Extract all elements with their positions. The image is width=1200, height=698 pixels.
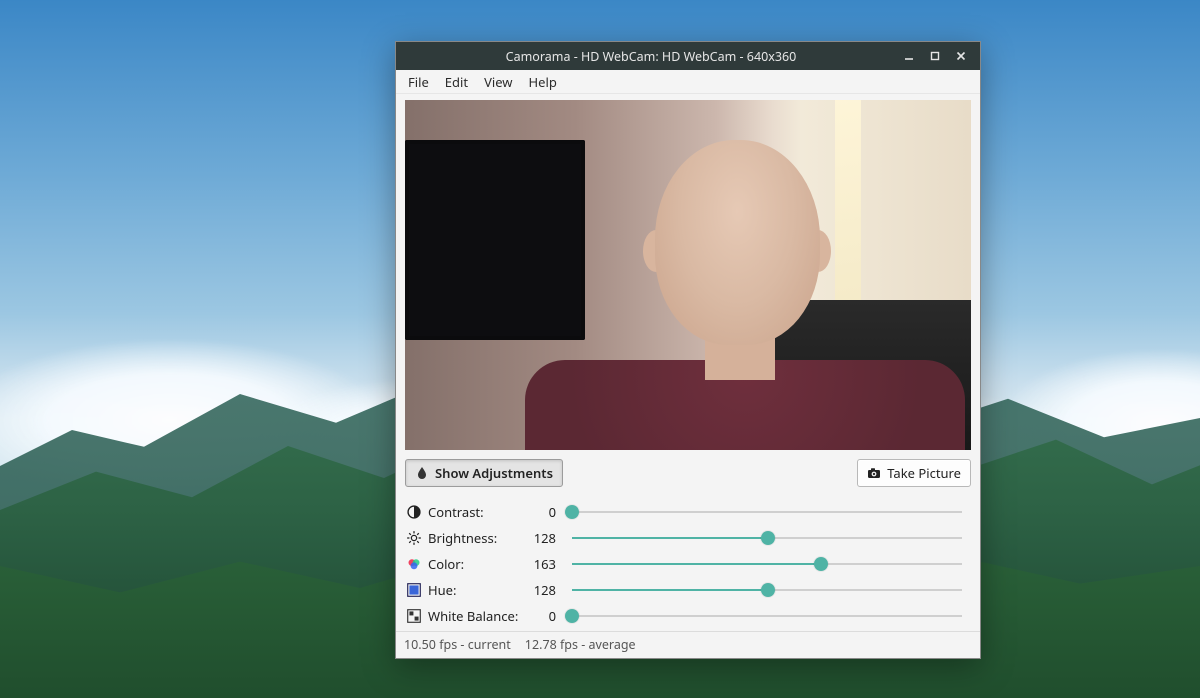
white-balance-value: 0 (530, 607, 570, 625)
menu-file[interactable]: File (400, 71, 437, 93)
app-window: Camorama - HD WebCam: HD WebCam - 640x36… (395, 41, 981, 659)
color-value: 163 (530, 555, 570, 573)
minimize-button[interactable] (896, 46, 922, 66)
hue-value: 128 (530, 581, 570, 599)
white-balance-slider[interactable] (572, 608, 962, 624)
status-current-fps: 10.50 fps - current (404, 636, 511, 653)
color-label: Color: (428, 555, 528, 573)
window-title: Camorama - HD WebCam: HD WebCam - 640x36… (406, 48, 896, 65)
statusbar: 10.50 fps - current 12.78 fps - average (396, 631, 980, 658)
show-adjustments-label: Show Adjustments (435, 464, 553, 482)
close-button[interactable] (948, 46, 974, 66)
slider-row-color: Color: 163 (406, 551, 962, 577)
slider-row-contrast: Contrast: 0 (406, 499, 962, 525)
menu-view[interactable]: View (476, 71, 520, 93)
white-balance-icon (406, 608, 422, 624)
contrast-value: 0 (530, 503, 570, 521)
color-slider[interactable] (572, 556, 962, 572)
hue-label: Hue: (428, 581, 528, 599)
brightness-label: Brightness: (428, 529, 528, 547)
toolbar: Show Adjustments Take Picture (396, 456, 980, 493)
slider-row-hue: Hue: 128 (406, 577, 962, 603)
droplet-icon (415, 466, 429, 480)
take-picture-button[interactable]: Take Picture (857, 459, 971, 487)
white-balance-label: White Balance: (428, 607, 528, 625)
camera-icon (867, 466, 881, 480)
brightness-slider[interactable] (572, 530, 962, 546)
slider-row-white-balance: White Balance: 0 (406, 603, 962, 629)
adjustments-panel: Contrast: 0 Brightness: 128 Color: 163 (396, 493, 980, 631)
contrast-icon (406, 504, 422, 520)
hue-icon (406, 582, 422, 598)
menubar: File Edit View Help (396, 70, 980, 94)
take-picture-label: Take Picture (887, 464, 961, 482)
menu-help[interactable]: Help (521, 71, 565, 93)
contrast-slider[interactable] (572, 504, 962, 520)
brightness-icon (406, 530, 422, 546)
color-icon (406, 556, 422, 572)
contrast-label: Contrast: (428, 503, 528, 521)
status-average-fps: 12.78 fps - average (525, 636, 636, 653)
show-adjustments-button[interactable]: Show Adjustments (405, 459, 563, 487)
brightness-value: 128 (530, 529, 570, 547)
menu-edit[interactable]: Edit (437, 71, 476, 93)
slider-row-brightness: Brightness: 128 (406, 525, 962, 551)
hue-slider[interactable] (572, 582, 962, 598)
webcam-preview (405, 100, 971, 450)
maximize-button[interactable] (922, 46, 948, 66)
titlebar[interactable]: Camorama - HD WebCam: HD WebCam - 640x36… (396, 42, 980, 70)
